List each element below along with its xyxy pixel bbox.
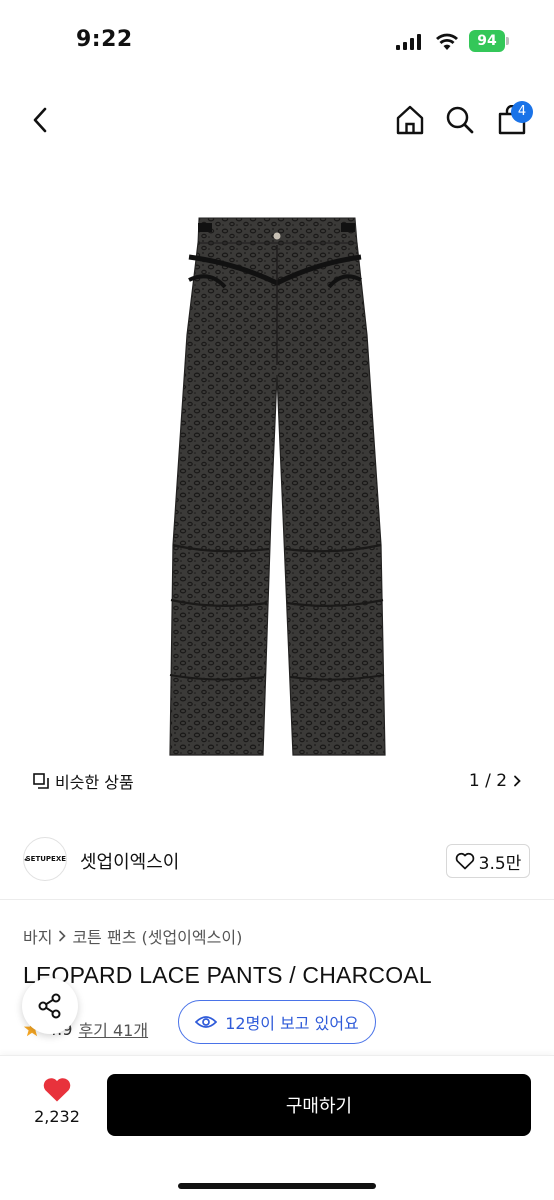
heart-icon bbox=[43, 1078, 71, 1102]
viewers-label: 12명이 보고 있어요 bbox=[225, 1014, 359, 1033]
home-icon bbox=[396, 105, 424, 135]
battery-icon: 94 bbox=[469, 30, 509, 52]
brand-logo[interactable]: SETUPEXE bbox=[23, 837, 67, 881]
chevron-right-icon bbox=[59, 930, 67, 942]
wishlist-button[interactable]: 2,232 bbox=[18, 1076, 96, 1146]
similar-products-label: 비슷한 상품 bbox=[55, 773, 134, 792]
chevron-left-icon bbox=[33, 107, 47, 133]
status-bar: 9:22 94 bbox=[0, 0, 554, 80]
wishlist-count: 2,232 bbox=[34, 1107, 80, 1126]
back-button[interactable] bbox=[14, 90, 66, 150]
product-photo[interactable] bbox=[165, 215, 390, 760]
buy-button[interactable]: 구매하기 bbox=[107, 1074, 531, 1136]
cellular-signal-icon bbox=[396, 34, 421, 50]
home-button[interactable] bbox=[384, 90, 436, 150]
share-icon bbox=[38, 993, 61, 1019]
cart-count-badge: 4 bbox=[511, 101, 533, 123]
heart-outline-icon bbox=[455, 852, 474, 870]
search-button[interactable] bbox=[434, 90, 486, 150]
page-indicator: 1 / 2 bbox=[468, 771, 508, 791]
breadcrumb-subcategory[interactable]: 코튼 팬츠 (셋업이엑스이) bbox=[72, 924, 242, 948]
product-title: LEOPARD LACE PANTS / CHARCOAL bbox=[23, 962, 432, 988]
review-link[interactable]: 후기 41개 bbox=[78, 1017, 148, 1041]
brand-like-button[interactable]: 3.5만 bbox=[446, 844, 530, 878]
brand-logo-text: SETUPEXE bbox=[25, 855, 66, 863]
search-icon bbox=[446, 106, 474, 134]
brand-like-count: 3.5만 bbox=[478, 853, 522, 874]
wifi-icon bbox=[436, 33, 458, 50]
share-button[interactable] bbox=[22, 978, 78, 1034]
similar-products-button[interactable]: 비슷한 상품 bbox=[23, 764, 146, 798]
breadcrumb: 바지 코튼 팬츠 (셋업이엑스이) bbox=[23, 924, 242, 948]
brand-name[interactable]: 셋업이엑스이 bbox=[80, 848, 179, 874]
home-indicator bbox=[178, 1183, 376, 1189]
top-nav: 4 bbox=[0, 90, 554, 150]
bottom-action-bar: 2,232 구매하기 bbox=[0, 1055, 554, 1200]
breadcrumb-category[interactable]: 바지 bbox=[23, 924, 52, 948]
battery-level: 94 bbox=[469, 30, 505, 52]
brand-row[interactable]: SETUPEXE 셋업이엑스이 3.5만 bbox=[0, 820, 554, 900]
image-pager[interactable]: 1 / 2 bbox=[460, 764, 530, 798]
viewers-badge: 12명이 보고 있어요 bbox=[178, 1000, 376, 1044]
chevron-right-icon bbox=[514, 775, 521, 787]
eye-icon bbox=[195, 1016, 218, 1028]
status-time: 9:22 bbox=[76, 27, 133, 52]
copy-icon bbox=[33, 773, 49, 789]
cart-button[interactable]: 4 bbox=[486, 90, 538, 150]
